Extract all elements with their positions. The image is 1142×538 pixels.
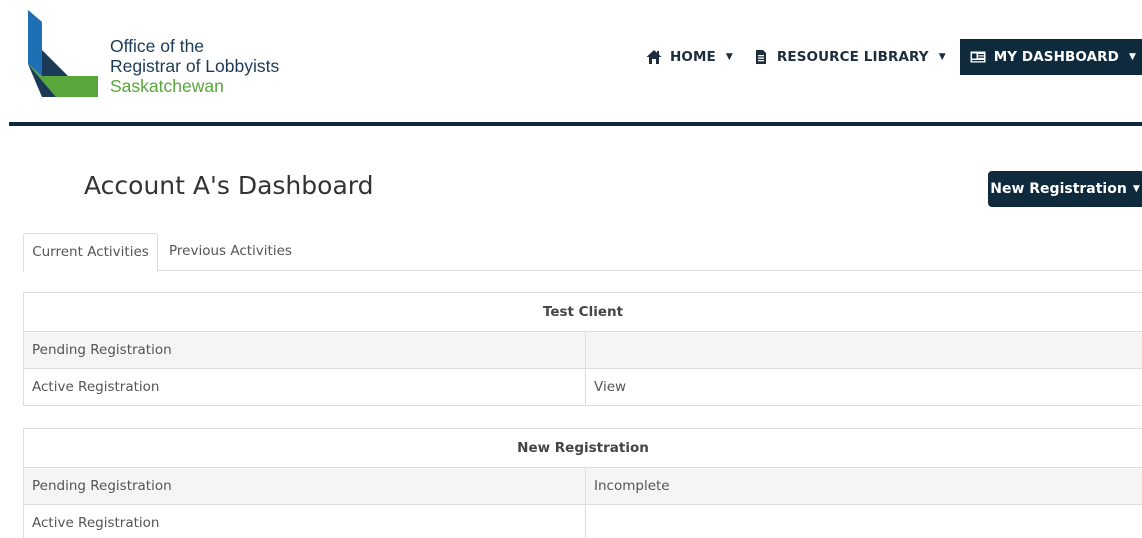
- table-row: Pending Registration: [23, 331, 1142, 369]
- table-row: Active Registration: [23, 504, 1142, 538]
- row-label: Active Registration: [23, 368, 586, 406]
- org-name-line2: Registrar of Lobbyists: [110, 56, 280, 76]
- nav-resource-library[interactable]: RESOURCE LIBRARY ▼: [743, 39, 956, 75]
- chevron-down-icon: ▼: [938, 52, 946, 62]
- chevron-down-icon: ▼: [725, 52, 733, 62]
- nav-my-dashboard-label: MY DASHBOARD: [993, 49, 1119, 65]
- view-link[interactable]: View: [585, 368, 1142, 406]
- nav-my-dashboard[interactable]: MY DASHBOARD ▼: [959, 39, 1142, 75]
- page-title: Account A's Dashboard: [84, 171, 374, 200]
- row-value: [585, 331, 1142, 369]
- tab-previous-activities[interactable]: Previous Activities: [169, 233, 292, 270]
- table-row: Active Registration View: [23, 368, 1142, 406]
- row-label: Pending Registration: [23, 467, 586, 505]
- new-registration-label: New Registration: [990, 181, 1127, 197]
- document-icon: [755, 50, 766, 64]
- row-value: Incomplete: [585, 467, 1142, 505]
- client-table-new-registration: New Registration Pending Registration In…: [23, 428, 1142, 538]
- org-name-line1: Office of the: [110, 36, 205, 56]
- client-table-test-client: Test Client Pending Registration Active …: [23, 292, 1142, 406]
- nav-resource-library-label: RESOURCE LIBRARY: [776, 49, 929, 65]
- new-registration-button[interactable]: New Registration ▼: [988, 171, 1142, 207]
- header-divider: [9, 122, 1142, 126]
- row-label: Active Registration: [23, 504, 586, 538]
- row-value: [585, 504, 1142, 538]
- table-heading: New Registration: [23, 428, 1142, 468]
- org-name-line3: Saskatchewan: [110, 76, 224, 96]
- page: Office of the Registrar of Lobbyists Sas…: [0, 0, 1142, 538]
- nav-home[interactable]: HOME ▼: [636, 39, 743, 75]
- registrar-logo[interactable]: [28, 10, 98, 97]
- home-icon: [646, 50, 662, 64]
- activity-tabs: Current Activities Previous Activities: [23, 233, 1142, 272]
- org-name[interactable]: Office of the Registrar of Lobbyists Sas…: [110, 36, 279, 96]
- chevron-down-icon: ▼: [1128, 52, 1136, 62]
- nav-home-label: HOME: [670, 49, 716, 65]
- tab-current-activities[interactable]: Current Activities: [23, 233, 158, 272]
- table-row: Pending Registration Incomplete: [23, 467, 1142, 505]
- chevron-down-icon: ▼: [1132, 184, 1140, 194]
- table-heading: Test Client: [23, 292, 1142, 332]
- row-label: Pending Registration: [23, 331, 586, 369]
- top-nav: HOME ▼ RESOURCE LIBRARY ▼ MY DASHBOARD ▼: [636, 39, 1142, 75]
- id-card-icon: [970, 51, 986, 63]
- view-link-label[interactable]: View: [594, 379, 626, 395]
